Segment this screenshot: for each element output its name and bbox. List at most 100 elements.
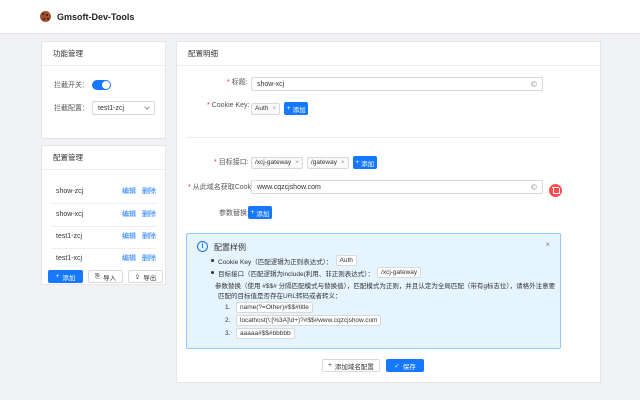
edit-link[interactable]: 编辑	[122, 231, 136, 241]
delete-link[interactable]: 删除	[142, 186, 156, 196]
edit-link[interactable]: 编辑	[122, 253, 136, 263]
example-line-1-code: Auth	[335, 255, 357, 266]
example-item-2: 2. localhost(\:[%3A]\d+)?#$$#www.cqzcjsh…	[225, 315, 382, 326]
cookie-key-tags: Auth × + 添加	[251, 102, 309, 115]
list-item[interactable]: test1-xcj 编辑 删除	[56, 251, 156, 265]
plus-icon: +	[328, 362, 332, 369]
intercept-config-select[interactable]: test1-zcj	[92, 101, 155, 115]
close-icon[interactable]: ×	[341, 159, 345, 166]
example-item-num: 3.	[225, 330, 231, 337]
intercept-label: 拦截开关：	[54, 82, 89, 89]
example-item-1: 1. name(?=Other)#$$#title	[225, 302, 313, 313]
target-label: 目标接口:	[218, 159, 249, 166]
func-panel: 功能管理 拦截开关： 拦截配置： test1-zcj	[41, 41, 166, 139]
domain-input[interactable]: www.cqzcjshow.com	[251, 180, 543, 194]
divider	[52, 203, 156, 204]
chevron-down-icon	[144, 104, 150, 110]
divider	[52, 226, 156, 227]
add-cookie-key-label: 添加	[292, 106, 306, 114]
required-mark: *	[207, 102, 210, 109]
delete-link[interactable]: 删除	[142, 209, 156, 219]
title-row: * 标题:	[227, 77, 248, 87]
example-title: 配置样例	[214, 243, 246, 252]
list-item[interactable]: test1-zcj 编辑 删除	[56, 229, 156, 243]
cookie-logo-icon	[40, 11, 51, 22]
title-input[interactable]: show-xcj	[251, 77, 543, 91]
example-item-num: 1.	[225, 304, 231, 311]
intercept-switch[interactable]	[92, 80, 111, 90]
import-icon: ⎘	[94, 272, 101, 280]
add-target-button[interactable]: + 添加	[352, 156, 377, 169]
example-item-code: localhost(\:[%3A]\d+)?#$$#www.cqzcjshow.…	[236, 315, 382, 326]
example-item-3: 3. aaaaa#$$#bbbbb	[225, 328, 295, 339]
config-item-name: show-zcj	[56, 187, 84, 195]
export-icon: ⇪	[134, 273, 141, 281]
domain-label: 从此域名获取Cookie:	[192, 184, 259, 191]
check-icon: ✓	[394, 362, 400, 370]
add-domain-config-button[interactable]: + 添加域名配置	[322, 359, 380, 372]
close-icon[interactable]: ×	[295, 159, 299, 166]
example-line-1: Cookie Key（匹配逻辑为正则表达式）： Auth	[211, 255, 357, 266]
required-mark: *	[188, 183, 191, 191]
title-label: 标题:	[231, 79, 248, 86]
list-item[interactable]: show-zcj 编辑 删除	[56, 184, 156, 198]
required-mark: *	[214, 158, 217, 166]
delete-link[interactable]: 删除	[142, 253, 156, 263]
import-button[interactable]: ⎘ 导入	[88, 270, 123, 283]
edit-link[interactable]: 编辑	[122, 209, 136, 219]
app-title: Gmsoft-Dev-Tools	[57, 11, 135, 22]
divider	[52, 248, 156, 249]
add-config-button[interactable]: + 添加	[48, 270, 83, 283]
target-tag-text: /xcj-gateway	[255, 159, 292, 166]
list-item[interactable]: show-xcj 编辑 删除	[56, 207, 156, 221]
target-row: * 目标接口:	[214, 157, 249, 167]
target-tag-text: /gateway	[310, 159, 337, 166]
save-button[interactable]: ✓ 保存	[386, 359, 424, 372]
target-tag: /gateway ×	[306, 156, 349, 169]
config-item-name: show-xcj	[56, 210, 84, 218]
example-item-code: aaaaa#$$#bbbbb	[236, 328, 295, 339]
add-config-label: 添加	[62, 274, 76, 282]
export-button[interactable]: ⇪ 导出	[128, 270, 163, 283]
clear-icon[interactable]	[531, 81, 537, 87]
cookie-tag: Auth ×	[251, 102, 281, 115]
example-line-2-text: 目标接口（匹配逻辑为include(利用、非正则表达式）：	[218, 270, 375, 278]
example-line-2-code: /xcj-gateway	[377, 267, 422, 278]
add-param-label: 添加	[256, 210, 270, 218]
close-icon[interactable]: ×	[545, 240, 550, 249]
divider	[186, 137, 561, 138]
add-param-button[interactable]: + 添加	[248, 206, 272, 219]
domain-row: * 从此域名获取Cookie:	[188, 182, 258, 192]
config-item-name: test1-zcj	[56, 232, 83, 240]
target-tag: /xcj-gateway ×	[251, 156, 303, 169]
config-panel-title: 配置管理	[42, 146, 165, 170]
detail-panel-title: 配置明细	[177, 42, 600, 66]
add-target-label: 添加	[361, 160, 375, 168]
param-label: 参数替换:	[219, 210, 249, 217]
example-line-3: 参数替换（使用 #$$# 分隔匹配模式与替换值），匹配模式为正则，并且认定为全局…	[211, 280, 555, 290]
delete-domain-button[interactable]	[549, 184, 562, 197]
delete-link[interactable]: 删除	[142, 231, 156, 241]
title-input-value: show-xcj	[257, 80, 285, 88]
close-icon[interactable]: ×	[272, 105, 276, 112]
add-cookie-key-button[interactable]: + 添加	[284, 102, 309, 115]
export-label: 导出	[143, 274, 157, 282]
func-panel-title: 功能管理	[42, 42, 165, 66]
cookie-key-row: * Cookie Key:	[207, 102, 249, 109]
param-row: 参数替换:	[219, 208, 249, 218]
top-bar: Gmsoft-Dev-Tools	[0, 0, 640, 34]
intercept-config-row: 拦截配置： test1-zcj	[54, 101, 155, 115]
required-mark: *	[227, 78, 230, 86]
config-actions: + 添加 ⎘ 导入 ⇪ 导出	[48, 270, 163, 283]
info-icon: i	[197, 241, 208, 252]
add-domain-config-label: 添加域名配置	[334, 363, 374, 371]
edit-link[interactable]: 编辑	[122, 186, 136, 196]
clear-icon[interactable]	[531, 184, 537, 190]
example-line-1-text: Cookie Key（匹配逻辑为正则表达式）：	[218, 258, 333, 266]
plus-icon: +	[250, 209, 255, 216]
plus-icon: +	[55, 273, 60, 280]
config-panel: 配置管理 show-zcj 编辑 删除 show-xcj 编辑 删除 test1…	[41, 145, 166, 285]
example-line-2: 目标接口（匹配逻辑为include(利用、非正则表达式）： /xcj-gatew…	[211, 267, 422, 278]
intercept-config-label: 拦截配置：	[54, 105, 89, 112]
config-item-name: test1-xcj	[56, 254, 83, 262]
